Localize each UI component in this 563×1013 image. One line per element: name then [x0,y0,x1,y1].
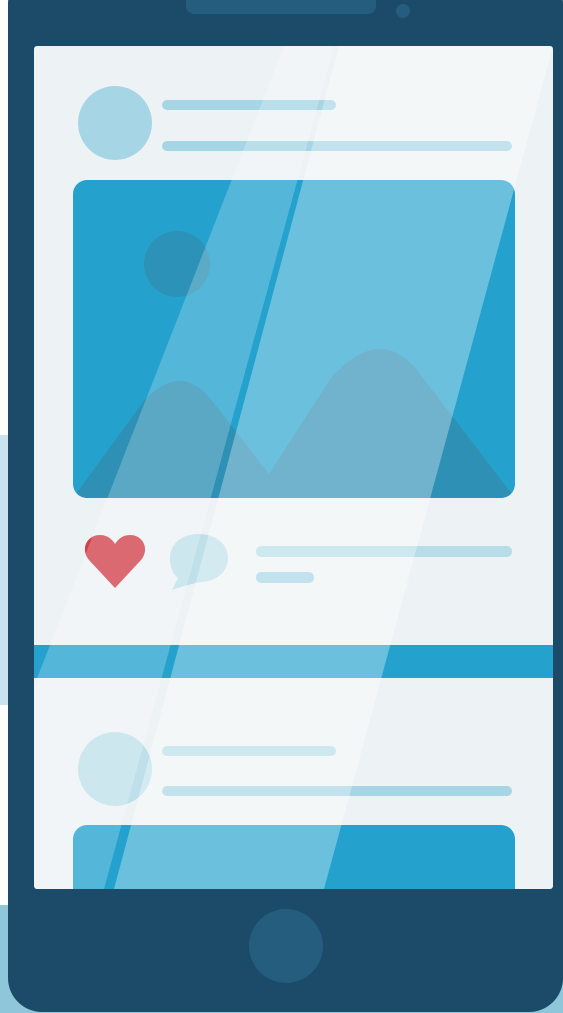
post-divider [34,645,553,678]
speech-bubble-icon[interactable] [168,532,232,592]
image-placeholder-icon [73,231,515,498]
stats-placeholder-short [256,572,314,583]
smartphone [8,0,563,1012]
username-placeholder [162,746,336,756]
speaker-grille [186,0,376,14]
front-camera [396,4,410,18]
post-image[interactable] [73,825,515,889]
post-image[interactable] [73,180,515,498]
stats-placeholder [256,546,512,557]
phone-screen [34,46,553,889]
caption-placeholder [162,786,512,796]
home-button[interactable] [249,909,323,983]
avatar[interactable] [78,86,152,160]
caption-placeholder [162,141,512,151]
username-placeholder [162,100,336,110]
avatar[interactable] [78,732,152,806]
heart-icon[interactable] [84,534,146,590]
